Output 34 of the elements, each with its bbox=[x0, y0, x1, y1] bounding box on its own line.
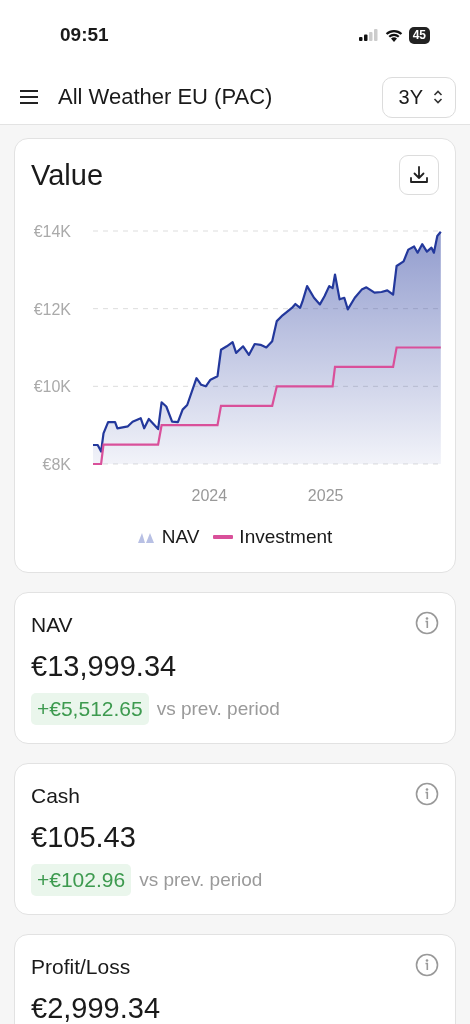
signal-icon bbox=[358, 29, 379, 41]
y-tick-label: €8K bbox=[42, 456, 71, 473]
comparison-text: vs prev. period bbox=[156, 698, 280, 720]
line-legend-icon bbox=[213, 535, 234, 539]
status-time: 09:51 bbox=[60, 24, 109, 46]
legend-label: Investment bbox=[239, 526, 333, 548]
metric-label: NAV bbox=[31, 613, 73, 637]
chevrons-icon bbox=[433, 90, 443, 104]
change-badge: +€102.96 bbox=[31, 864, 132, 896]
x-tick-label: 2025 bbox=[307, 487, 344, 504]
info-icon[interactable] bbox=[415, 953, 439, 977]
metric-label: Cash bbox=[31, 784, 81, 808]
info-icon[interactable] bbox=[415, 782, 439, 806]
metric-value: €2,999.34 bbox=[31, 992, 160, 1024]
wifi-icon bbox=[384, 28, 403, 42]
download-button[interactable] bbox=[399, 155, 439, 195]
y-tick-label: €10K bbox=[33, 378, 71, 396]
download-icon bbox=[409, 165, 429, 185]
area-legend-icon bbox=[137, 531, 156, 543]
y-tick-label: €12K bbox=[33, 300, 71, 318]
y-tick-label: €14K bbox=[33, 223, 71, 240]
menu-icon[interactable] bbox=[20, 90, 38, 104]
x-tick-label: 2024 bbox=[191, 487, 228, 504]
period-selector[interactable]: 3Y bbox=[381, 76, 456, 118]
legend-label: NAV bbox=[161, 526, 200, 548]
comparison-text: vs prev. period bbox=[139, 869, 263, 891]
portfolio-title: All Weather EU (PAC) bbox=[58, 84, 274, 110]
metric-label: Profit/Loss bbox=[31, 955, 131, 979]
metric-value: €105.43 bbox=[31, 821, 136, 854]
card-title: Value bbox=[31, 158, 104, 192]
change-badge: +€5,512.65 bbox=[31, 693, 149, 725]
metric-value: €13,999.34 bbox=[31, 650, 177, 683]
info-icon[interactable] bbox=[415, 611, 439, 635]
battery-level: 45 bbox=[408, 26, 430, 44]
